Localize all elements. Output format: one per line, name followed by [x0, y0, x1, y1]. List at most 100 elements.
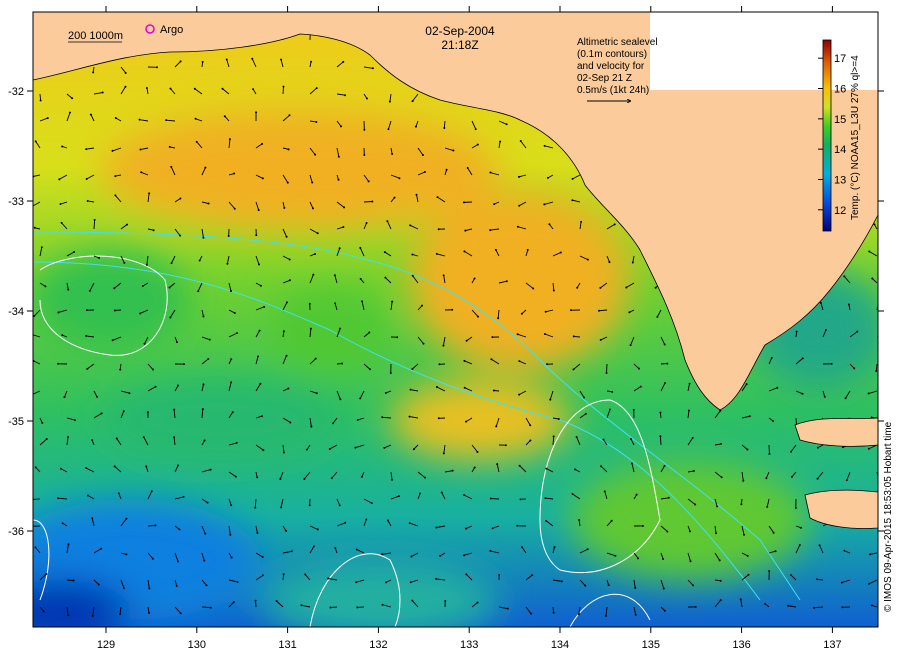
velocity-arrow-head [169, 286, 171, 288]
velocity-arrow-head [283, 573, 285, 575]
velocity-arrow-head [360, 278, 362, 280]
velocity-arrow-head [262, 177, 264, 179]
velocity-arrow-head [312, 207, 314, 209]
annotation-line: 02-Sep 21 Z [577, 73, 632, 84]
velocity-arrow-head [334, 547, 336, 549]
velocity-arrow-head [203, 560, 205, 562]
velocity-arrow-head [587, 259, 589, 261]
velocity-arrow-head [419, 493, 421, 495]
velocity-arrow-head [411, 253, 413, 255]
velocity-arrow-head [442, 345, 444, 347]
velocity-arrow-head [548, 223, 550, 225]
velocity-arrow-head [642, 525, 644, 527]
velocity-arrow-head [690, 560, 692, 562]
velocity-arrow-head [58, 178, 60, 180]
velocity-arrow-head [61, 145, 63, 147]
velocity-arrow-head [614, 223, 616, 225]
velocity-arrow-head [365, 519, 367, 521]
velocity-arrow-head [57, 311, 59, 313]
velocity-arrow-head [125, 518, 127, 520]
velocity-arrow-head [664, 610, 666, 612]
no-data-area [650, 12, 878, 90]
velocity-arrow-head [371, 502, 373, 504]
velocity-arrow-head [371, 201, 373, 203]
velocity-arrow-head [98, 257, 100, 259]
velocity-arrow-head [635, 614, 637, 616]
velocity-arrow-head [813, 607, 815, 609]
velocity-arrow-head [280, 59, 282, 61]
velocity-arrow-head [477, 144, 479, 146]
velocity-arrow-head [359, 247, 361, 249]
velocity-arrow-head [153, 229, 155, 231]
velocity-arrow-head [60, 468, 62, 470]
velocity-arrow-head [339, 247, 341, 249]
velocity-arrow-head [123, 410, 125, 412]
velocity-arrow-head [237, 581, 239, 583]
velocity-arrow-head [341, 363, 343, 365]
velocity-arrow-head [259, 383, 261, 385]
velocity-arrow-head [315, 121, 317, 123]
velocity-arrow-head [114, 175, 116, 177]
velocity-arrow-head [73, 580, 75, 582]
velocity-arrow-head [824, 396, 826, 398]
velocity-arrow-head [415, 126, 417, 128]
velocity-arrow-head [452, 150, 454, 152]
velocity-arrow-head [869, 553, 871, 555]
velocity-arrow-head [688, 409, 690, 411]
velocity-arrow-head [327, 577, 329, 579]
velocity-arrow-head [289, 279, 291, 281]
velocity-arrow-head [398, 495, 400, 497]
velocity-arrow-head [871, 278, 873, 280]
lon-tick-label: 132 [369, 639, 387, 651]
velocity-arrow-head [179, 235, 181, 237]
velocity-arrow-head [90, 114, 92, 116]
velocity-arrow-head [169, 316, 171, 318]
colorbar-label: Temp. (°C) NOAA15_L3U 27% ql>=4 [850, 55, 861, 220]
velocity-arrow-head [391, 479, 393, 481]
map-area [0, 12, 890, 640]
velocity-arrow-head [92, 615, 94, 617]
velocity-arrow-head [235, 476, 237, 478]
velocity-arrow-head [600, 339, 602, 341]
velocity-arrow-head [96, 396, 98, 398]
velocity-arrow-head [490, 498, 492, 500]
velocity-arrow-head [210, 469, 212, 471]
velocity-arrow-head [354, 447, 356, 449]
velocity-arrow-head [438, 228, 440, 230]
velocity-arrow-head [35, 140, 37, 142]
velocity-arrow-head [720, 580, 722, 582]
velocity-arrow-head [410, 556, 412, 558]
velocity-arrow-head [208, 203, 210, 205]
velocity-arrow-head [848, 303, 850, 305]
velocity-arrow-head [86, 309, 88, 311]
lat-tick-label: -32 [8, 86, 24, 98]
velocity-arrow-head [283, 451, 285, 453]
velocity-arrow-head [637, 557, 639, 559]
velocity-arrow-head [638, 368, 640, 370]
velocity-arrow-head [34, 546, 36, 548]
velocity-arrow-head [230, 504, 232, 506]
velocity-arrow-head [410, 389, 412, 391]
velocity-arrow-head [62, 522, 64, 524]
velocity-arrow-head [441, 491, 443, 493]
velocity-arrow-head [285, 355, 287, 357]
colorbar-tick-label: 15 [834, 114, 846, 126]
velocity-arrow-head [286, 301, 288, 303]
velocity-arrow-head [421, 305, 423, 307]
argo-legend: Argo [160, 24, 183, 36]
velocity-arrow-head [316, 392, 318, 394]
velocity-arrow-head [210, 607, 212, 609]
velocity-arrow-head [262, 556, 264, 558]
velocity-arrow-head [742, 480, 744, 482]
velocity-arrow-head [381, 553, 383, 555]
velocity-arrow-head [255, 234, 257, 236]
velocity-arrow-head [868, 251, 870, 253]
velocity-arrow-head [881, 194, 883, 196]
velocity-arrow-head [383, 447, 385, 449]
velocity-arrow-head [257, 356, 259, 358]
velocity-arrow-head [492, 527, 494, 529]
velocity-arrow-head [521, 546, 523, 548]
velocity-arrow-head [334, 274, 336, 276]
velocity-arrow-head [666, 363, 668, 365]
velocity-arrow-head [692, 437, 694, 439]
